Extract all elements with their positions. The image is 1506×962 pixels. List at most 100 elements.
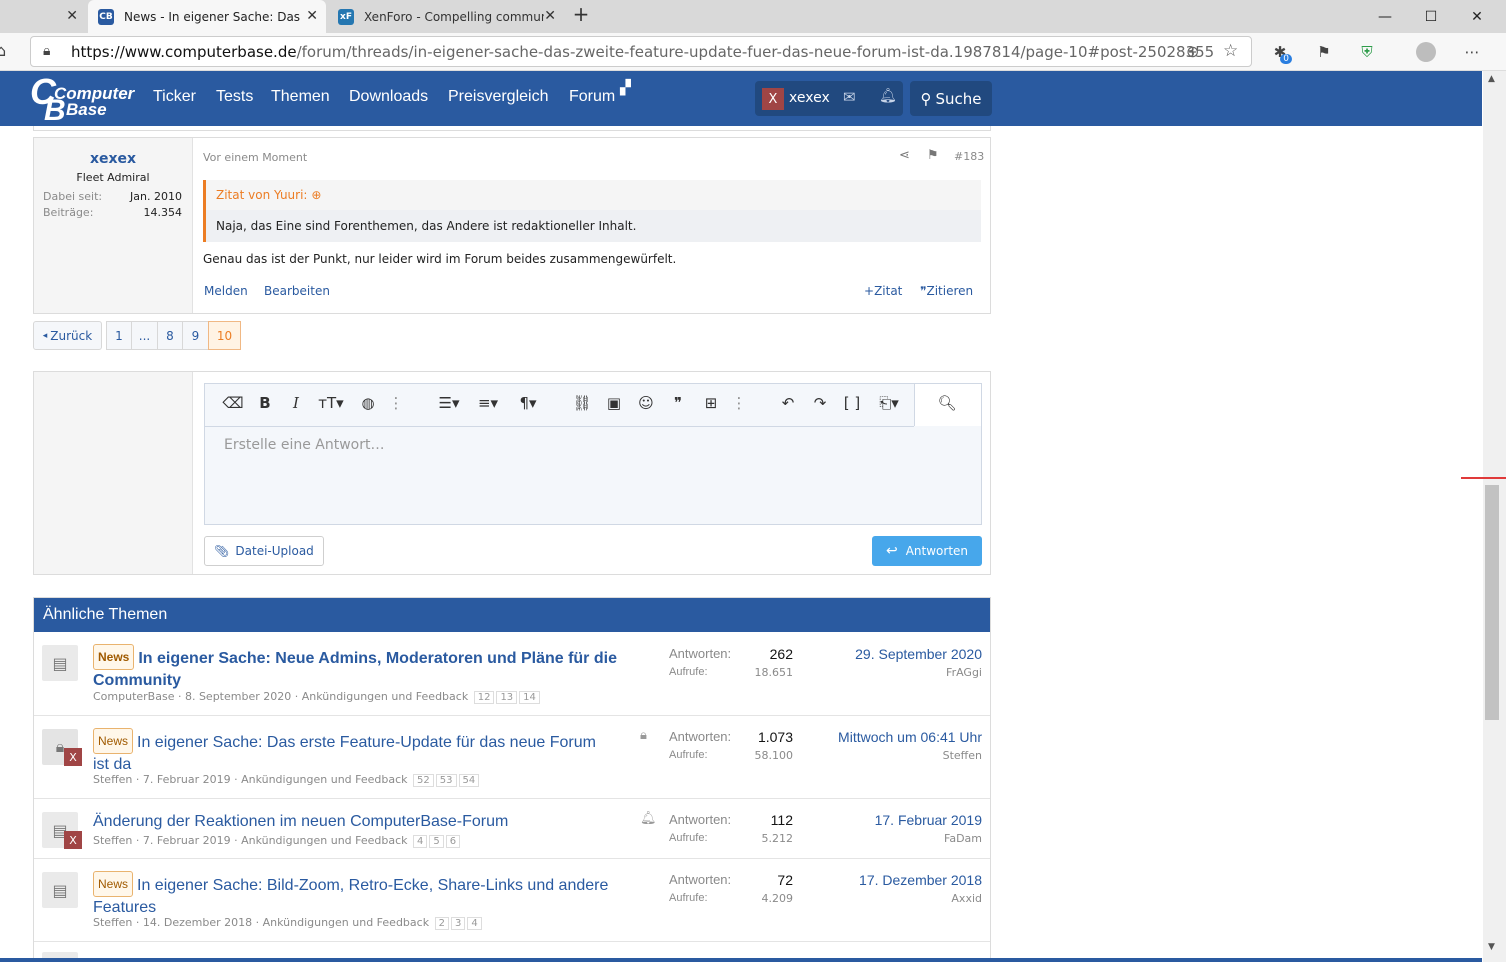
lock-icon[interactable]: 🔒︎: [43, 43, 50, 59]
report-link[interactable]: Melden: [204, 284, 248, 298]
nav-downloads[interactable]: Downloads: [349, 88, 428, 106]
align-icon[interactable]: ≡▾: [473, 394, 503, 412]
page-ellipsis[interactable]: ...: [131, 321, 158, 350]
nav-ticker[interactable]: Ticker: [153, 88, 196, 106]
nav-themen[interactable]: Themen: [271, 88, 330, 106]
last-post-date[interactable]: Mittwoch um 06:41 Uhr: [838, 729, 982, 745]
reply-box: ⌫ B I тT▾ ◍ ⋮ ☰▾ ≡▾ ¶▾ ⛓ ▣ ☺ ❞ ⊞ ⋮ ↶ ↷ […: [33, 371, 991, 575]
minimize-button[interactable]: —: [1362, 0, 1408, 33]
font-size-icon[interactable]: тT▾: [315, 394, 347, 412]
replies-value: 262: [769, 646, 793, 662]
site-header: C Computer B Base Ticker Tests Themen Do…: [0, 71, 1482, 126]
thread-title[interactable]: News In eigener Sache: Neue Admins, Moder…: [93, 644, 617, 692]
shield-extension-icon[interactable]: ⛨: [1355, 40, 1379, 64]
smiley-icon[interactable]: ☺: [635, 394, 657, 412]
previous-post-edge: [33, 126, 991, 131]
preview-icon[interactable]: 🔍︎: [936, 394, 958, 412]
last-post-user[interactable]: FrAGgi: [946, 666, 982, 679]
post-number[interactable]: #183: [954, 150, 984, 163]
image-icon[interactable]: ▣: [603, 394, 625, 412]
page-9[interactable]: 9: [182, 321, 209, 350]
home-icon[interactable]: ⌂: [0, 41, 6, 60]
scroll-down-arrow-icon[interactable]: ▼: [1488, 942, 1495, 952]
browser-tab-previous[interactable]: ✕: [0, 0, 86, 33]
nav-tests[interactable]: Tests: [216, 88, 253, 106]
reply-button[interactable]: ↩ Antworten: [872, 536, 982, 566]
post-author[interactable]: xexex: [34, 151, 192, 167]
browser-tab-active[interactable]: CB News - In eigener Sache: Das zw ✕: [88, 0, 326, 33]
last-post-date[interactable]: 17. Dezember 2018: [859, 872, 982, 888]
drafts-icon[interactable]: ⎗▾: [873, 394, 905, 412]
bbcode-toggle-icon[interactable]: [ ]: [841, 394, 863, 412]
file-upload-button[interactable]: 📎︎ Datei-Upload: [204, 536, 324, 566]
more-menu-icon[interactable]: ⋯: [1460, 40, 1484, 64]
browser-tab-xenforo[interactable]: xF XenForo - Compelling communi ✕: [328, 0, 564, 33]
computerbase-logo[interactable]: C Computer B Base: [30, 74, 140, 126]
avatar: X: [762, 88, 784, 110]
bold-icon[interactable]: B: [254, 394, 276, 412]
table-icon[interactable]: ⊞: [700, 394, 722, 412]
more-vertical-icon[interactable]: ⋮: [385, 394, 407, 412]
thread-title[interactable]: News In eigener Sache: Bild-Zoom, Retro-E…: [93, 871, 608, 919]
quote-header[interactable]: Zitat von Yuuri: ⊕: [216, 188, 321, 202]
page-1[interactable]: 1: [106, 321, 132, 350]
more-vertical-icon[interactable]: ⋮: [728, 394, 750, 412]
views-label: Aufrufe:: [669, 832, 708, 844]
pagination-back[interactable]: ◂ Zurück: [33, 321, 102, 350]
bell-icon[interactable]: 🔔︎: [879, 88, 897, 104]
last-post-user[interactable]: Steffen: [943, 749, 982, 762]
search-button[interactable]: ⚲ Suche: [910, 81, 992, 116]
news-badge: News: [93, 728, 134, 754]
add-quote-link[interactable]: +Zitat: [864, 284, 902, 298]
user-menu[interactable]: X xexex ✉ 🔔︎: [755, 81, 903, 116]
edit-link[interactable]: Bearbeiten: [264, 284, 330, 298]
scroll-position-marker: [1461, 477, 1506, 479]
new-tab-button[interactable]: +: [566, 2, 596, 30]
page-10-current[interactable]: 10: [208, 321, 241, 350]
close-window-button[interactable]: ✕: [1454, 0, 1500, 33]
maximize-button[interactable]: ☐: [1408, 0, 1454, 33]
close-tab-icon[interactable]: ✕: [306, 8, 318, 24]
share-icon[interactable]: ⋖: [899, 148, 910, 163]
paragraph-icon[interactable]: ¶▾: [513, 394, 543, 412]
last-post-date[interactable]: 17. Februar 2019: [875, 812, 982, 828]
quote-insert-icon[interactable]: ❞: [667, 394, 689, 412]
add-to-reading-list-icon[interactable]: ⊕: [1186, 42, 1199, 61]
url-field[interactable]: 🔒︎ https://www.computerbase.de/forum/thr…: [30, 36, 1252, 67]
close-tab-icon[interactable]: ✕: [66, 8, 78, 24]
bookmark-icon[interactable]: ⚑: [927, 148, 939, 163]
palette-icon[interactable]: ◍: [357, 394, 379, 412]
close-tab-icon[interactable]: ✕: [544, 8, 556, 24]
thread-title[interactable]: Änderung der Reaktionen im neuen Compute…: [93, 811, 508, 833]
last-post-date[interactable]: 29. September 2020: [855, 646, 982, 662]
paperclip-icon: 📎︎: [214, 544, 230, 558]
rich-text-editor[interactable]: ⌫ B I тT▾ ◍ ⋮ ☰▾ ≡▾ ¶▾ ⛓ ▣ ☺ ❞ ⊞ ⋮ ↶ ↷ […: [204, 383, 982, 525]
quote-link[interactable]: ❞Zitieren: [920, 284, 973, 298]
last-post-user[interactable]: FaDam: [944, 832, 982, 845]
clear-format-icon[interactable]: ⌫: [222, 394, 244, 412]
extension-icon[interactable]: ✱ 0: [1268, 40, 1292, 64]
collections-icon[interactable]: ⚑: [1312, 40, 1336, 64]
favorite-star-icon[interactable]: ☆: [1223, 41, 1238, 61]
page-8[interactable]: 8: [157, 321, 183, 350]
envelope-icon[interactable]: ✉: [843, 88, 856, 106]
link-icon[interactable]: ⛓: [571, 394, 593, 412]
italic-icon[interactable]: I: [285, 394, 307, 412]
nav-preisvergleich[interactable]: Preisvergleich: [448, 88, 548, 106]
undo-icon[interactable]: ↶: [777, 394, 799, 412]
url-text: https://www.computerbase.de/forum/thread…: [71, 42, 1215, 61]
thread-title[interactable]: News In eigener Sache: Das erste Feature-…: [93, 728, 596, 776]
similar-thread-row: ▤ News In eigener Sache: Bild-Zoom, Retro…: [34, 859, 990, 942]
nav-forum[interactable]: Forum: [569, 88, 615, 106]
post-time[interactable]: Vor einem Moment: [203, 151, 307, 164]
replies-label: Antworten:: [669, 812, 732, 827]
scroll-up-arrow-icon[interactable]: ▲: [1488, 74, 1495, 84]
redo-icon[interactable]: ↷: [809, 394, 831, 412]
scrollbar-thumb[interactable]: [1485, 485, 1499, 720]
list-icon[interactable]: ☰▾: [433, 394, 465, 412]
profile-avatar-icon[interactable]: [1414, 40, 1438, 64]
similar-thread-row: ▤ X Änderung der Reaktionen im neuen Com…: [34, 799, 990, 859]
last-post-user[interactable]: Axxid: [951, 892, 982, 905]
quote-block: Zitat von Yuuri: ⊕ Naja, das Eine sind F…: [203, 180, 981, 242]
reply-placeholder[interactable]: Erstelle eine Antwort…: [224, 437, 384, 453]
